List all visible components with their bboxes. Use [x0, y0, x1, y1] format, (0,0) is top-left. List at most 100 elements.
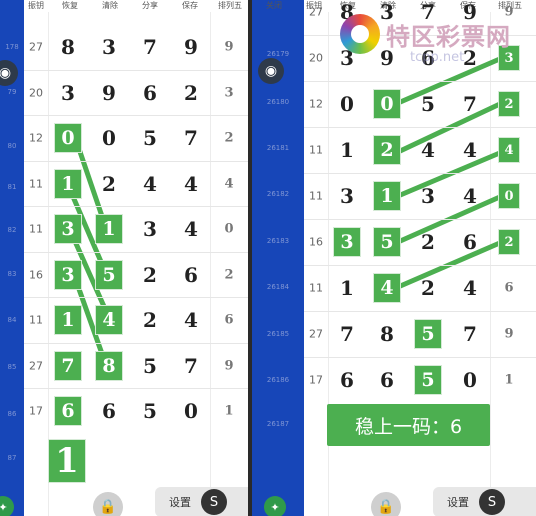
digit-cell[interactable]: 3: [61, 83, 75, 103]
fifth-digit[interactable]: 2: [224, 268, 233, 281]
issue-number: 86: [7, 410, 17, 418]
row-count: 11: [309, 189, 323, 203]
highlighted-digit[interactable]: 1: [95, 214, 123, 244]
digit-cell[interactable]: 6: [463, 232, 477, 252]
lock-icon[interactable]: 🔒: [93, 492, 123, 516]
digit-cell[interactable]: 5: [143, 401, 157, 421]
fifth-digit[interactable]: 2: [224, 132, 233, 145]
digit-cell[interactable]: 5: [421, 94, 435, 114]
highlighted-digit[interactable]: 1: [54, 305, 82, 335]
digit-cell[interactable]: 9: [102, 83, 116, 103]
digit-cell[interactable]: 8: [61, 37, 75, 57]
settings-button[interactable]: 设置 S: [155, 487, 248, 516]
header-close[interactable]: 关闭: [266, 0, 282, 11]
digit-cell[interactable]: 6: [102, 401, 116, 421]
highlighted-digit[interactable]: 5: [414, 365, 442, 395]
lock-icon[interactable]: 🔒: [371, 492, 401, 516]
digit-cell[interactable]: 5: [143, 128, 157, 148]
highlighted-fifth-digit[interactable]: 0: [498, 183, 520, 209]
fifth-digit[interactable]: 6: [224, 314, 233, 327]
highlighted-digit[interactable]: 0: [54, 123, 82, 153]
highlighted-digit[interactable]: 3: [333, 227, 361, 257]
highlighted-digit[interactable]: 6: [54, 396, 82, 426]
highlighted-digit[interactable]: 1: [54, 168, 82, 199]
digit-cell[interactable]: 4: [184, 219, 198, 239]
highlighted-digit[interactable]: 3: [54, 214, 82, 244]
digit-cell[interactable]: 6: [143, 83, 157, 103]
digit-cell[interactable]: 7: [184, 128, 198, 148]
digit-cell[interactable]: 3: [102, 37, 116, 57]
digit-cell[interactable]: 4: [184, 310, 198, 330]
header-share[interactable]: 分享: [142, 0, 158, 11]
fifth-digit[interactable]: 9: [224, 41, 233, 54]
digit-cell[interactable]: 2: [421, 278, 435, 298]
fifth-digit[interactable]: 3: [224, 86, 233, 99]
digit-cell[interactable]: 3: [340, 186, 354, 206]
highlighted-digit[interactable]: 5: [373, 227, 401, 257]
digit-cell[interactable]: 4: [463, 278, 477, 298]
digit-cell[interactable]: 0: [102, 128, 116, 148]
digit-cell[interactable]: 3: [421, 186, 435, 206]
highlighted-digit[interactable]: 4: [95, 305, 123, 335]
digit-cell[interactable]: 9: [184, 37, 198, 57]
issue-number: 26181: [266, 144, 290, 152]
digit-cell[interactable]: 2: [184, 83, 198, 103]
digit-cell[interactable]: 2: [102, 174, 116, 194]
digit-cell[interactable]: 2: [143, 265, 157, 285]
highlighted-digit[interactable]: 0: [373, 89, 401, 119]
row-count: 11: [309, 143, 323, 157]
digit-cell[interactable]: 7: [463, 94, 477, 114]
digit-cell[interactable]: 4: [463, 140, 477, 160]
digit-cell[interactable]: 0: [463, 370, 477, 390]
issue-number: 26187: [266, 420, 290, 428]
highlighted-digit[interactable]: 3: [54, 259, 82, 290]
digit-cell[interactable]: 8: [380, 324, 394, 344]
digit-cell[interactable]: 1: [340, 278, 354, 298]
digit-cell[interactable]: 7: [463, 324, 477, 344]
highlighted-digit[interactable]: 4: [373, 273, 401, 303]
fifth-digit[interactable]: 0: [224, 223, 233, 236]
fifth-digit[interactable]: 9: [224, 359, 233, 372]
eye-icon[interactable]: ◉: [258, 58, 284, 84]
digit-cell[interactable]: 0: [184, 401, 198, 421]
digit-cell[interactable]: 4: [421, 140, 435, 160]
digit-cell[interactable]: 6: [184, 265, 198, 285]
digit-cell[interactable]: 4: [184, 174, 198, 194]
toolbar-headers: 关闭 振钥 恢复 清除 分享 保存 排列五: [252, 0, 536, 12]
header-restore[interactable]: 恢复: [62, 0, 78, 11]
digit-cell[interactable]: 6: [340, 370, 354, 390]
header-save[interactable]: 保存: [182, 0, 198, 11]
digit-cell[interactable]: 2: [143, 310, 157, 330]
fifth-digit[interactable]: 4: [224, 177, 233, 190]
digit-cell[interactable]: 2: [421, 232, 435, 252]
fifth-digit[interactable]: 1: [504, 374, 513, 387]
highlighted-digit[interactable]: 5: [414, 319, 442, 349]
spiral-logo-icon: [340, 14, 380, 54]
digit-cell[interactable]: 7: [184, 356, 198, 376]
settings-button[interactable]: 设置 S: [433, 487, 536, 516]
highlighted-digit[interactable]: 8: [95, 350, 123, 381]
digit-cell[interactable]: 0: [340, 94, 354, 114]
highlighted-digit[interactable]: 7: [54, 350, 82, 381]
highlighted-fifth-digit[interactable]: 2: [498, 229, 520, 255]
digit-cell[interactable]: 3: [143, 219, 157, 239]
fifth-digit[interactable]: 6: [504, 282, 513, 295]
highlighted-digit[interactable]: 1: [373, 181, 401, 211]
digit-cell[interactable]: 4: [463, 186, 477, 206]
digit-cell[interactable]: 6: [380, 370, 394, 390]
fifth-digit[interactable]: 1: [224, 405, 233, 418]
digit-cell[interactable]: 7: [143, 37, 157, 57]
header-clear[interactable]: 清除: [102, 0, 118, 11]
digit-cell[interactable]: 7: [340, 324, 354, 344]
header-zhenyao[interactable]: 振钥: [28, 0, 44, 11]
highlighted-digit[interactable]: 2: [373, 135, 401, 165]
digit-cell[interactable]: 5: [143, 356, 157, 376]
highlighted-digit[interactable]: 5: [95, 259, 123, 290]
highlighted-fifth-digit[interactable]: 2: [498, 91, 520, 117]
header-pailie5[interactable]: 排列五: [218, 0, 242, 11]
highlighted-fifth-digit[interactable]: 4: [498, 137, 520, 163]
fifth-digit[interactable]: 9: [504, 328, 513, 341]
digit-cell[interactable]: 4: [143, 174, 157, 194]
leaf-icon[interactable]: ✦: [264, 496, 286, 516]
digit-cell[interactable]: 1: [340, 140, 354, 160]
